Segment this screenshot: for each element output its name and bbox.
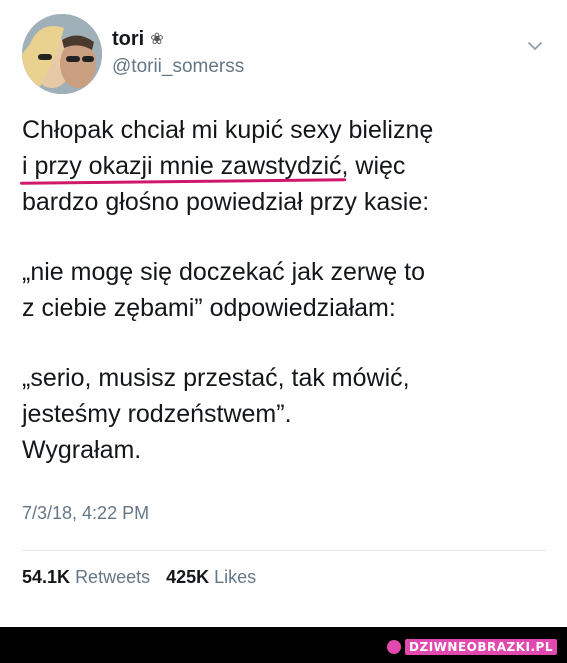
likes-label: Likes <box>214 567 257 587</box>
flower-icon: ❀ <box>150 30 164 48</box>
tweet-text-line: Wygrałam. <box>22 436 142 464</box>
watermark-bar: DZIWNEOBRAZKI.PL <box>0 627 567 663</box>
tweet-text-line: „nie mogę się doczekać jak zerwę to <box>22 258 425 286</box>
retweets-stat[interactable]: 54.1K Retweets <box>22 567 150 588</box>
tweet-text: Chłopak chciał mi kupić sexy bieliznę i … <box>22 112 552 468</box>
tweet-text-line: z ciebie zębami” odpowiedziałam: <box>22 294 396 322</box>
divider <box>22 550 547 551</box>
user-name-row[interactable]: tori ❀ <box>112 28 164 51</box>
user-handle[interactable]: @torii_somerss <box>112 56 244 78</box>
avatar[interactable] <box>22 14 102 94</box>
display-name[interactable]: tori <box>112 28 144 51</box>
tweet-text-line: bardzo głośno powiedział przy kasie: <box>22 188 430 216</box>
tweet-card: tori ❀ @torii_somerss Chłopak chciał mi … <box>0 0 567 626</box>
highlighted-text: i przy okazji mnie zawstydzić <box>22 148 342 184</box>
tweet-text-line: i przy okazji mnie zawstydzić, więc <box>22 148 552 184</box>
retweets-count: 54.1K <box>22 567 71 587</box>
watermark-text: DZIWNEOBRAZKI.PL <box>405 639 557 655</box>
tweet-text-fragment: , więc <box>341 152 406 180</box>
tweet-text-line: „serio, musisz przestać, tak mówić, <box>22 364 410 392</box>
likes-stat[interactable]: 425K Likes <box>166 567 256 588</box>
retweets-label: Retweets <box>75 567 151 587</box>
tweet-text-line: Chłopak chciał mi kupić sexy bieliznę <box>22 116 434 144</box>
watermark-logo-icon <box>387 640 402 654</box>
tweet-timestamp[interactable]: 7/3/18, 4:22 PM <box>22 503 149 524</box>
watermark: DZIWNEOBRAZKI.PL <box>387 639 557 655</box>
chevron-down-icon[interactable] <box>527 38 543 54</box>
avatar-photo-icon <box>22 14 102 94</box>
likes-count: 425K <box>166 567 210 587</box>
tweet-text-line: jesteśmy rodzeństwem”. <box>22 400 292 428</box>
tweet-stats: 54.1K Retweets 425K Likes <box>22 567 256 588</box>
